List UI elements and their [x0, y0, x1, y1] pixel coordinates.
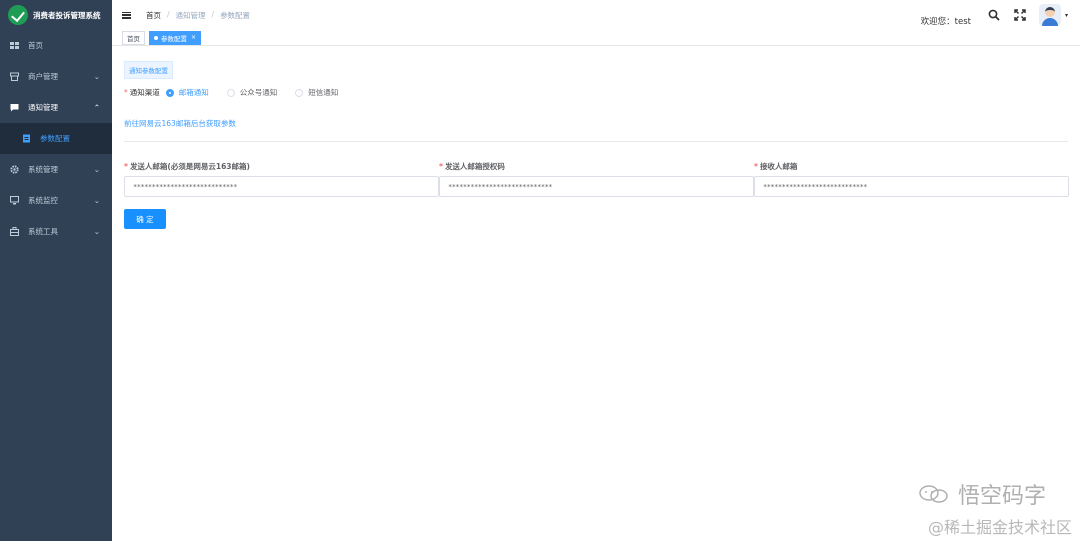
form-field-auth: * 发送人邮箱授权码	[439, 161, 754, 197]
tag-label: 参数配置	[161, 34, 187, 43]
field-label-text: 发送人邮箱(必须是网易云163邮箱)	[129, 162, 250, 171]
breadcrumb-separator: /	[211, 9, 215, 19]
chevron-down-icon: ⌄	[93, 196, 100, 205]
close-icon[interactable]: ×	[191, 34, 196, 41]
sidebar: 消费者投诉管理系统 首页 商户管理 ⌄ 通知管理 ⌃ 参数配置 系统管理 ⌄ 系…	[0, 0, 112, 541]
required-mark: *	[124, 162, 128, 171]
sidebar-item-tools[interactable]: 系统工具 ⌄	[0, 216, 112, 247]
radio-sms[interactable]: 短信通知	[295, 87, 338, 98]
sidebar-item-label: 参数配置	[40, 134, 70, 143]
radio-circle	[226, 88, 235, 97]
radio-email[interactable]: 邮箱通知	[165, 87, 209, 98]
sender-email-input[interactable]	[124, 176, 439, 197]
logo-icon	[8, 5, 28, 25]
sidebar-item-label: 通知管理	[28, 103, 58, 112]
logo-row[interactable]: 消费者投诉管理系统	[0, 0, 112, 30]
search-icon[interactable]	[987, 8, 1001, 22]
submenu-notify: 参数配置	[0, 123, 112, 154]
document-icon	[22, 134, 31, 143]
tags-view: 首页 参数配置 ×	[112, 30, 1080, 46]
tag-label: 首页	[127, 34, 140, 43]
channel-label: 通知渠道	[129, 88, 160, 97]
radio-circle	[295, 88, 304, 97]
radio-label: 公众号通知	[239, 88, 278, 97]
field-label: * 发送人邮箱授权码	[439, 161, 754, 172]
sidebar-item-param-config[interactable]: 参数配置	[0, 123, 112, 154]
field-label: * 接收人邮箱	[754, 161, 1069, 172]
toolbox-icon	[10, 227, 19, 236]
chevron-down-icon: ⌄	[93, 165, 100, 174]
hamburger-icon[interactable]	[122, 11, 131, 19]
dashboard-icon	[10, 41, 19, 50]
radio-wechat[interactable]: 公众号通知	[226, 87, 278, 98]
required-mark: *	[124, 88, 128, 97]
channel-row: * 通知渠道 邮箱通知 公众号通知 短信通知	[124, 87, 1068, 98]
breadcrumb-notify: 通知管理	[175, 10, 206, 20]
breadcrumb-home[interactable]: 首页	[146, 10, 161, 21]
chevron-down-icon: ⌄	[93, 72, 100, 81]
watermark-line2: @稀土掘金技术社区	[927, 518, 1072, 537]
divider	[124, 141, 1068, 142]
fullscreen-icon[interactable]	[1013, 8, 1027, 22]
form-field-receiver: * 接收人邮箱	[754, 161, 1069, 197]
sidebar-item-label: 系统监控	[28, 196, 58, 205]
sidebar-item-label: 系统工具	[28, 227, 58, 236]
shop-icon	[10, 72, 19, 81]
auth-code-input[interactable]	[439, 176, 754, 197]
chevron-down-icon: ⌄	[93, 227, 100, 236]
navbar: 首页 / 通知管理 / 参数配置 欢迎您：test ▾	[112, 0, 1080, 30]
monitor-icon	[10, 196, 19, 205]
required-mark: *	[439, 162, 443, 171]
sidebar-item-notify[interactable]: 通知管理 ⌃	[0, 92, 112, 123]
section-tag: 通知参数配置	[124, 61, 173, 79]
radio-label: 邮箱通知	[178, 88, 209, 97]
sidebar-item-label: 首页	[28, 41, 43, 50]
netease-link[interactable]: 前往网易云163邮箱后台获取参数	[124, 118, 1068, 129]
sidebar-item-monitor[interactable]: 系统监控 ⌄	[0, 185, 112, 216]
form-field-sender: * 发送人邮箱(必须是网易云163邮箱)	[124, 161, 439, 197]
watermark-line1: 悟空码字	[918, 478, 1046, 510]
field-label-text: 接收人邮箱	[759, 162, 798, 171]
sidebar-item-system[interactable]: 系统管理 ⌄	[0, 154, 112, 185]
message-icon	[10, 103, 19, 112]
form-grid: * 发送人邮箱(必须是网易云163邮箱) * 发送人邮箱授权码 * 接收人邮箱	[124, 161, 1069, 197]
gear-icon	[10, 165, 19, 174]
app-title: 消费者投诉管理系统	[33, 10, 101, 20]
breadcrumb: 首页 / 通知管理 / 参数配置	[146, 10, 250, 21]
navbar-right: 欢迎您：test ▾	[921, 0, 1068, 30]
sidebar-item-label: 商户管理	[28, 72, 58, 81]
breadcrumb-separator: /	[167, 9, 170, 19]
sidebar-item-label: 系统管理	[28, 165, 58, 174]
active-dot-icon	[154, 35, 158, 40]
wechat-icon	[919, 485, 948, 503]
chevron-up-icon: ⌃	[93, 103, 100, 112]
radio-label: 短信通知	[308, 88, 339, 97]
tag-home[interactable]: 首页	[122, 30, 145, 45]
tag-param-config[interactable]: 参数配置 ×	[149, 30, 202, 45]
field-label: * 发送人邮箱(必须是网易云163邮箱)	[124, 161, 439, 172]
caret-down-icon[interactable]: ▾	[1065, 12, 1068, 19]
breadcrumb-current: 参数配置	[220, 10, 251, 20]
avatar[interactable]	[1038, 4, 1061, 26]
confirm-button[interactable]: 确 定	[124, 209, 166, 229]
field-label-text: 发送人邮箱授权码	[444, 162, 505, 171]
required-mark: *	[754, 162, 758, 171]
sidebar-item-home[interactable]: 首页	[0, 30, 112, 61]
watermark-text: 悟空码字	[957, 484, 1046, 509]
main-content: 通知参数配置 * 通知渠道 邮箱通知 公众号通知 短信通知 前往网易云163邮箱…	[112, 47, 1080, 541]
sidebar-item-merchant[interactable]: 商户管理 ⌄	[0, 61, 112, 92]
radio-circle	[165, 88, 174, 97]
welcome-text: 欢迎您：test	[920, 17, 971, 27]
receiver-email-input[interactable]	[754, 176, 1069, 197]
